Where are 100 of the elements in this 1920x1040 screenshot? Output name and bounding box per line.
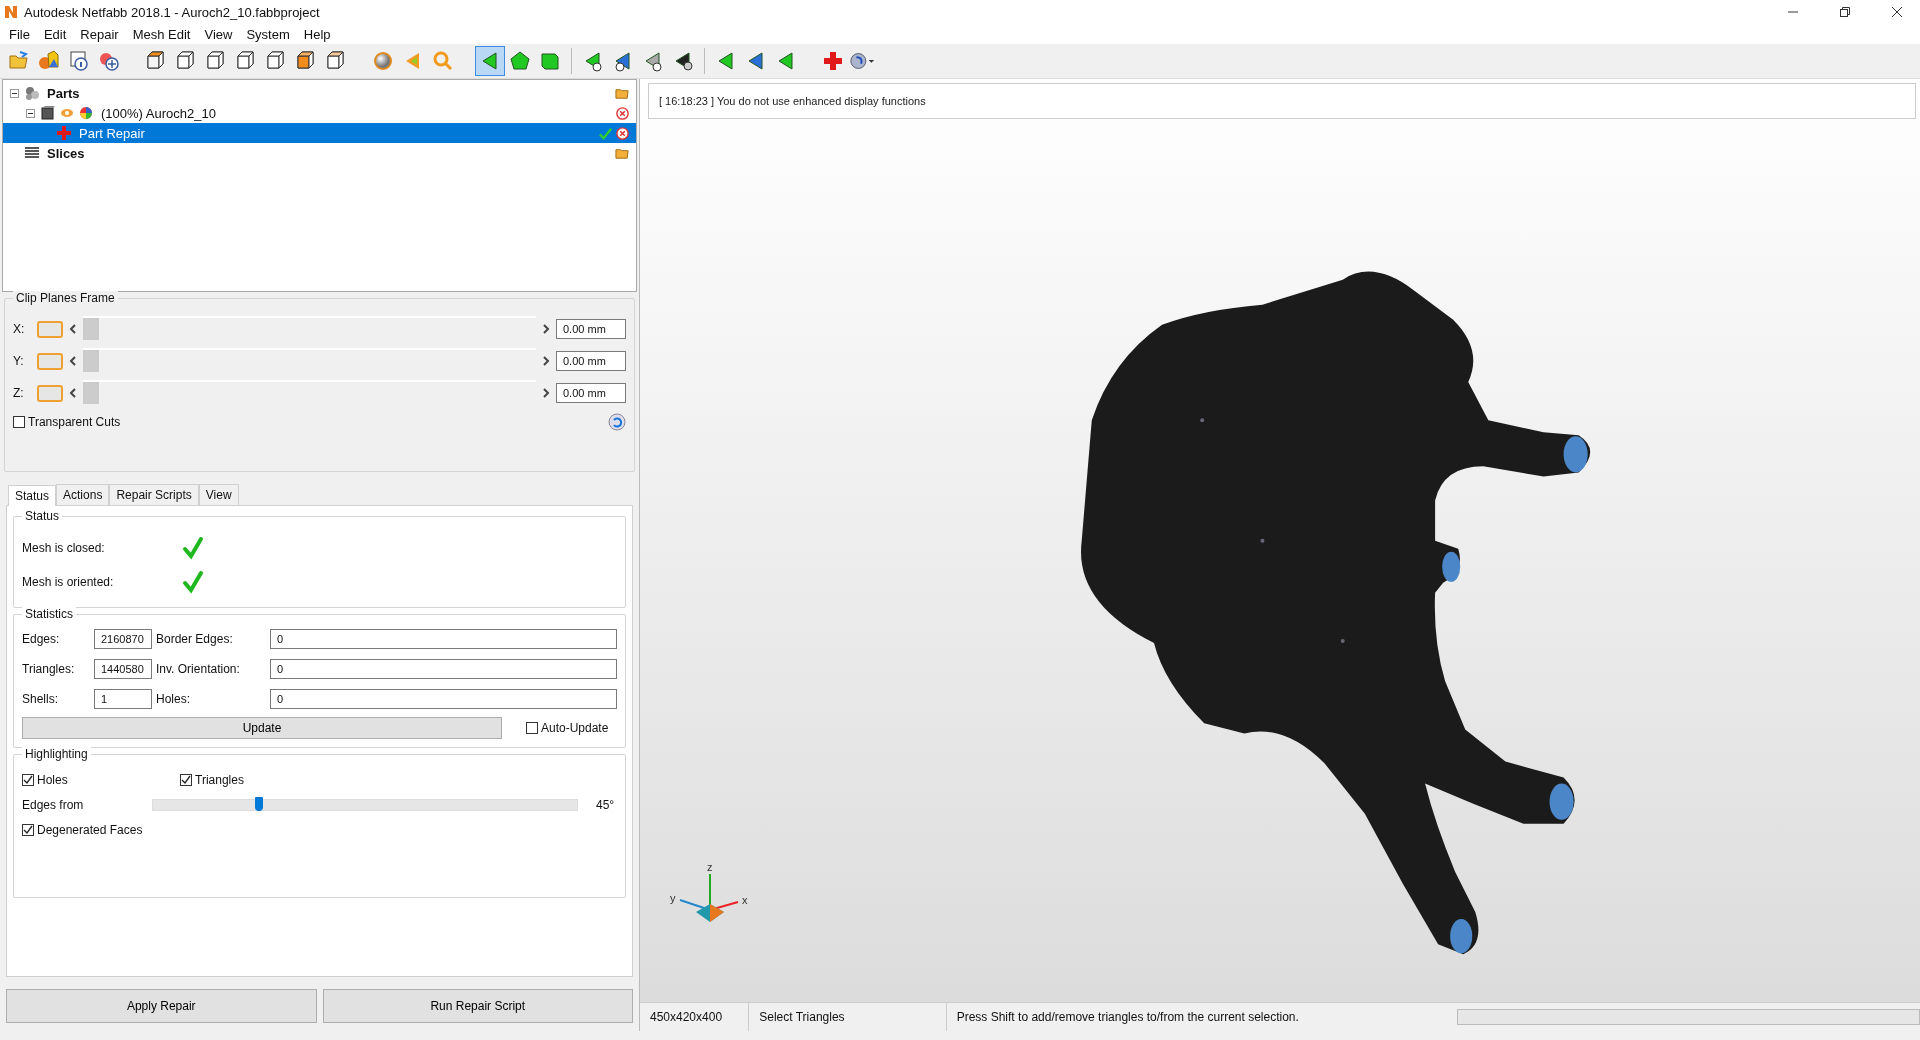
axis-label: Z: (13, 386, 25, 400)
reset-icon[interactable] (608, 413, 626, 431)
shapes-icon (38, 50, 60, 72)
clip-toggle[interactable] (37, 384, 63, 402)
checkbox-label: Transparent Cuts (28, 415, 121, 429)
slider-thumb[interactable] (255, 797, 263, 811)
collapse-icon[interactable] (26, 108, 35, 118)
checkbox-label: Auto-Update (541, 721, 609, 735)
menu-item[interactable]: Edit (36, 26, 74, 42)
input-field[interactable]: 1 (94, 689, 152, 709)
input-field[interactable]: 1440580 (94, 659, 152, 679)
tab[interactable]: Repair Scripts (109, 484, 199, 505)
cube-view-icon (325, 50, 347, 72)
chevron-left-icon[interactable] (69, 388, 77, 398)
folder-icon (8, 50, 30, 72)
view-dropdown-icon (849, 50, 877, 72)
menu-item[interactable]: Mesh Edit (125, 26, 198, 42)
tree-item[interactable]: Part Repair (3, 123, 636, 143)
tab[interactable]: View (198, 484, 239, 505)
tab[interactable]: Actions (56, 484, 110, 505)
input-field[interactable]: 0 (270, 629, 617, 649)
menu-item[interactable]: System (239, 26, 297, 42)
spheres-icon (24, 85, 40, 101)
chevron-right-icon[interactable] (542, 388, 550, 398)
tree-item[interactable]: (100%) Auroch2_10 (3, 103, 636, 123)
app-logo-icon (4, 5, 18, 19)
slider-value: 45° (596, 798, 615, 812)
checkbox-label: Holes (37, 773, 68, 787)
group-title: Clip Planes Frame (13, 291, 118, 305)
axis-label: x (742, 894, 748, 907)
status-label: Mesh is oriented: (22, 575, 115, 589)
clip-toggle[interactable] (37, 320, 63, 338)
input-field[interactable]: 0.00 mm (556, 319, 626, 339)
window-title: Autodesk Netfabb 2018.1 - Auroch2_10.fabbproject (24, 4, 320, 20)
checkbox[interactable] (22, 824, 34, 836)
axis-label: y (670, 892, 676, 905)
menu-item[interactable]: Help (296, 26, 338, 42)
hint-text: Press Shift to add/remove triangles to/from the current selection. (955, 1009, 1300, 1027)
input-field[interactable]: 0.00 mm (556, 351, 626, 371)
cube-view-icon (145, 50, 167, 72)
plus-icon (822, 50, 844, 72)
dimensions-text: 450x420x400 (640, 1003, 750, 1032)
magnifier-icon (432, 50, 454, 72)
menu-item[interactable]: File (2, 26, 37, 42)
clip-toggle[interactable] (37, 352, 63, 370)
part-info-icon (68, 50, 90, 72)
chevron-right-icon[interactable] (542, 356, 550, 366)
field-label: Inv. Orientation: (156, 662, 241, 676)
remove-icon[interactable] (615, 125, 630, 141)
plus-icon (56, 125, 72, 141)
input-field[interactable]: 0 (270, 689, 617, 709)
slider-thumb[interactable] (83, 318, 99, 340)
add-part-icon (98, 50, 120, 72)
field-label: Shells: (22, 692, 60, 706)
checkbox[interactable] (180, 774, 192, 786)
field-label: Triangles: (22, 662, 76, 676)
chevron-left-icon[interactable] (69, 356, 77, 366)
clip-slider[interactable] (83, 380, 536, 406)
group-title: Highlighting (22, 747, 91, 761)
field-label: Holes: (156, 692, 191, 706)
color-wheel-icon[interactable] (78, 105, 94, 121)
checkbox[interactable] (526, 722, 538, 734)
check-icon[interactable] (598, 125, 613, 141)
action-button[interactable]: Run Repair Script (322, 989, 633, 1024)
input-field[interactable]: 2160870 (94, 629, 152, 649)
input-field[interactable]: 0.00 mm (556, 383, 626, 403)
input-field[interactable]: 0 (270, 659, 617, 679)
clip-slider[interactable] (83, 316, 536, 342)
chevron-right-icon[interactable] (542, 324, 550, 334)
tree-item[interactable]: Slices (3, 143, 636, 163)
remove-icon[interactable] (615, 105, 630, 121)
message-bar: [ 16:18:23 ] You do not use enhanced display functions (648, 83, 1916, 119)
cube-icon (40, 105, 56, 121)
menu-item[interactable]: Repair (73, 26, 126, 42)
update-button[interactable]: Update (22, 717, 502, 739)
sphere-icon (372, 50, 394, 72)
checkbox-label: Triangles (195, 773, 244, 787)
toolbar-separator (571, 48, 572, 74)
field-label: Border Edges: (156, 632, 234, 646)
slider-thumb[interactable] (83, 350, 99, 372)
axis-label: z (707, 862, 713, 874)
collapse-icon[interactable] (10, 88, 19, 98)
tab[interactable]: Status (8, 485, 57, 506)
cube-view-icon (205, 50, 227, 72)
slices-icon (24, 145, 40, 161)
mode-text: Select Triangles (749, 1003, 947, 1032)
tree-item[interactable]: Parts (3, 83, 636, 103)
menu-item[interactable]: View (197, 26, 240, 42)
action-button[interactable]: Apply Repair (6, 989, 317, 1024)
checkbox[interactable] (13, 416, 25, 428)
checkbox[interactable] (22, 774, 34, 786)
clip-slider[interactable] (83, 348, 536, 374)
status-label: Mesh is closed: (22, 541, 106, 555)
cube-view-icon (235, 50, 257, 72)
slider-thumb[interactable] (83, 382, 99, 404)
cube-view-icon (175, 50, 197, 72)
axis-triad-icon (679, 873, 739, 923)
cube-view-icon (265, 50, 287, 72)
chevron-left-icon[interactable] (69, 324, 77, 334)
slider-track[interactable] (152, 799, 578, 811)
